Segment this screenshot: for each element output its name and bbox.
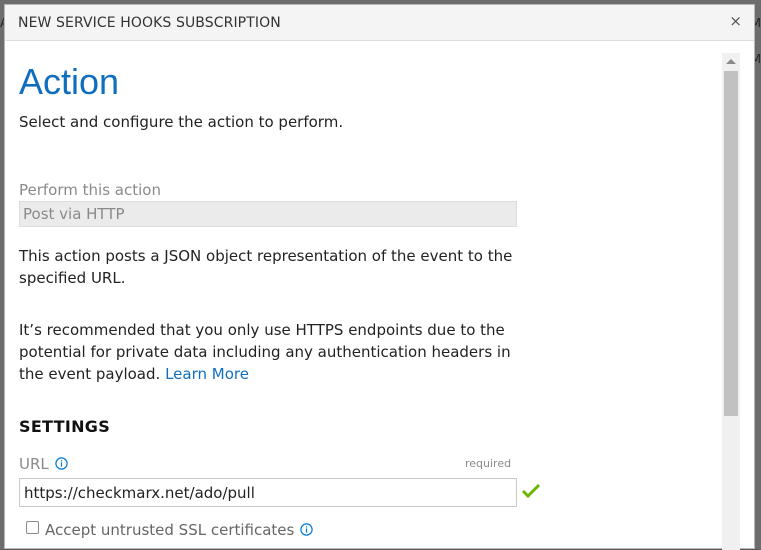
dialog-titlebar: NEW SERVICE HOOKS SUBSCRIPTION × [5,5,754,41]
info-icon[interactable] [55,456,68,474]
scroll-up-icon[interactable] [726,59,736,64]
info-icon[interactable] [300,522,314,540]
https-recommendation: It’s recommended that you only use HTTPS… [19,319,529,385]
ssl-checkbox[interactable] [26,521,39,534]
learn-more-link[interactable]: Learn More [165,365,249,383]
service-hooks-dialog: NEW SERVICE HOOKS SUBSCRIPTION × Action … [4,4,755,550]
vertical-scrollbar[interactable] [722,53,740,550]
dialog-title: NEW SERVICE HOOKS SUBSCRIPTION [18,15,281,31]
page-title: Action [19,61,120,102]
url-label: URL [19,455,68,474]
perform-action-label: Perform this action [19,181,161,199]
ssl-checkbox-label-text: Accept untrusted SSL certificates [45,521,295,539]
url-label-text: URL [19,455,49,473]
checkmark-icon [521,483,541,503]
https-recommendation-text: It’s recommended that you only use HTTPS… [19,321,511,383]
close-icon[interactable]: × [729,13,742,29]
page-subtitle: Select and configure the action to perfo… [19,113,344,131]
required-indicator: required [465,457,512,470]
perform-action-field: Post via HTTP [19,201,517,227]
ssl-checkbox-label[interactable]: Accept untrusted SSL certificates [45,521,314,540]
url-input[interactable] [19,478,517,507]
scroll-thumb[interactable] [724,71,738,416]
settings-heading: SETTINGS [19,417,111,436]
action-description: This action posts a JSON object represen… [19,247,513,287]
